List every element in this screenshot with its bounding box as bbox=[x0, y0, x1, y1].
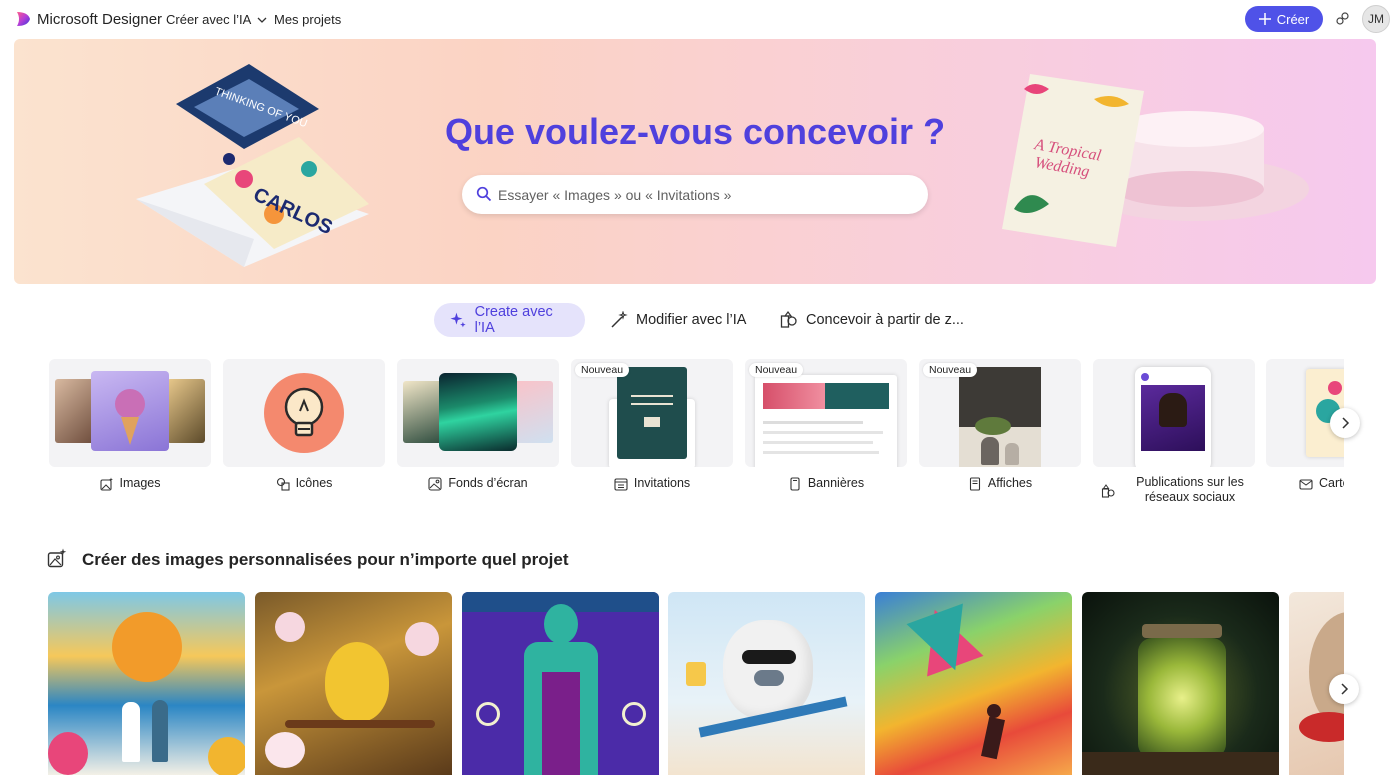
category-posters[interactable]: Nouveau Affiches bbox=[919, 359, 1081, 491]
new-badge: Nouveau bbox=[575, 363, 630, 377]
section-title: Créer des images personnalisées pour n’i… bbox=[82, 550, 569, 569]
envelope-icon bbox=[1299, 478, 1313, 490]
category-invitations[interactable]: Nouveau Invitations bbox=[571, 359, 733, 491]
nav-my-projects[interactable]: Mes projets bbox=[274, 12, 341, 27]
gallery-image-tile[interactable] bbox=[875, 592, 1072, 775]
category-social-posts[interactable]: Publications sur les réseaux sociaux bbox=[1093, 359, 1255, 505]
category-icons-thumbnail[interactable] bbox=[223, 359, 385, 467]
greeting-cards-illustration: CARLOS THINKING OF YOU bbox=[136, 64, 369, 267]
category-posters-thumbnail[interactable]: Nouveau bbox=[919, 359, 1081, 467]
category-images-label-row: Images bbox=[49, 476, 211, 491]
share-icon[interactable] bbox=[1334, 10, 1352, 28]
brand-name[interactable]: Microsoft Designer bbox=[37, 11, 162, 28]
gallery-next-button[interactable] bbox=[1329, 674, 1359, 704]
category-banners-label: Bannières bbox=[807, 476, 865, 490]
category-social-posts-label: Publications sur les réseaux sociaux bbox=[1136, 475, 1244, 504]
new-badge: Nouveau bbox=[923, 363, 978, 377]
category-wallpapers[interactable]: Fonds d’écran bbox=[397, 359, 559, 491]
tab-edit-with-ai[interactable]: Modifier avec l’IA bbox=[610, 303, 746, 337]
designer-logo-icon[interactable] bbox=[14, 10, 32, 28]
category-cards-label-row: Carte bbox=[1266, 476, 1344, 491]
chevron-right-icon bbox=[1342, 417, 1350, 429]
category-invitations-thumbnail[interactable]: Nouveau bbox=[571, 359, 733, 467]
category-images-thumbnail[interactable] bbox=[49, 359, 211, 467]
social-post-icon bbox=[1101, 484, 1115, 498]
nav-create-with-ai[interactable]: Créer avec l’IA bbox=[166, 12, 267, 27]
category-wallpapers-thumbnail[interactable] bbox=[397, 359, 559, 467]
image-sparkle-icon bbox=[99, 477, 113, 491]
gallery-image-tile[interactable] bbox=[1082, 592, 1279, 775]
category-icons-label: Icônes bbox=[295, 476, 333, 490]
mode-tabs: Create avec l’IA Modifier avec l’IA Conc… bbox=[0, 303, 1400, 337]
gallery-image-tile[interactable] bbox=[462, 592, 659, 775]
category-wallpapers-label: Fonds d’écran bbox=[448, 476, 528, 490]
gallery-image-tile[interactable] bbox=[668, 592, 865, 775]
calendar-icon bbox=[614, 477, 628, 491]
category-invitations-label: Invitations bbox=[633, 476, 691, 490]
new-badge: Nouveau bbox=[749, 363, 804, 377]
category-icons[interactable]: Icônes bbox=[223, 359, 385, 491]
top-bar: Microsoft Designer Créer avec l’IA Mes p… bbox=[0, 0, 1400, 38]
category-cards-clip: Carte bbox=[1266, 359, 1344, 509]
tab-create-with-ai[interactable]: Create avec l’IA bbox=[434, 303, 585, 337]
sparkle-icon bbox=[450, 312, 466, 328]
image-sparkle-icon bbox=[47, 548, 67, 568]
create-button-label: Créer bbox=[1276, 11, 1310, 27]
create-button[interactable]: Créer bbox=[1245, 6, 1323, 32]
tab-design-from-scratch-label: Concevoir à partir de z... bbox=[806, 312, 964, 328]
tab-design-from-scratch[interactable]: Concevoir à partir de z... bbox=[780, 303, 964, 337]
category-posters-label: Affiches bbox=[987, 476, 1033, 490]
wallpaper-icon bbox=[428, 476, 442, 491]
category-images-label: Images bbox=[119, 476, 161, 490]
search-icon bbox=[476, 186, 492, 202]
gallery-image-tile[interactable] bbox=[255, 592, 452, 775]
category-social-posts-thumbnail[interactable] bbox=[1093, 359, 1255, 467]
category-invitations-label-row: Invitations bbox=[571, 476, 733, 491]
search-bar[interactable] bbox=[462, 175, 928, 214]
banner-icon bbox=[790, 476, 800, 491]
avatar[interactable]: JM bbox=[1362, 5, 1390, 33]
categories-next-button[interactable] bbox=[1330, 408, 1360, 438]
magic-wand-icon bbox=[611, 311, 628, 328]
chevron-down-icon bbox=[257, 17, 267, 23]
category-wallpapers-label-row: Fonds d’écran bbox=[397, 476, 559, 491]
tab-create-with-ai-label: Create avec l’IA bbox=[474, 304, 553, 336]
icon-shapes-icon bbox=[276, 477, 290, 491]
shapes-icon bbox=[780, 311, 797, 328]
wedding-invitation-illustration: A Tropical Wedding bbox=[1002, 74, 1309, 247]
category-banners-label-row: Bannières bbox=[745, 476, 907, 491]
category-posters-label-row: Affiches bbox=[919, 476, 1081, 491]
category-banners-thumbnail[interactable]: Nouveau bbox=[745, 359, 907, 467]
search-input[interactable] bbox=[498, 184, 898, 206]
nav-create-with-ai-label: Créer avec l’IA bbox=[166, 12, 252, 27]
tab-edit-with-ai-label: Modifier avec l’IA bbox=[636, 312, 747, 328]
category-social-posts-label-row: Publications sur les réseaux sociaux bbox=[1093, 475, 1255, 505]
category-images[interactable]: Images bbox=[49, 359, 211, 491]
lightbulb-illustration bbox=[264, 373, 344, 453]
category-cards-label: Carte bbox=[1319, 476, 1344, 490]
gallery-image-tile[interactable] bbox=[48, 592, 245, 775]
hero-banner: CARLOS THINKING OF YOU Que voulez-vous c… bbox=[14, 39, 1376, 284]
category-banners[interactable]: Nouveau Bannières bbox=[745, 359, 907, 491]
chevron-right-icon bbox=[1341, 683, 1349, 695]
poster-icon bbox=[969, 476, 980, 491]
category-icons-label-row: Icônes bbox=[223, 476, 385, 491]
plus-icon bbox=[1258, 13, 1271, 25]
